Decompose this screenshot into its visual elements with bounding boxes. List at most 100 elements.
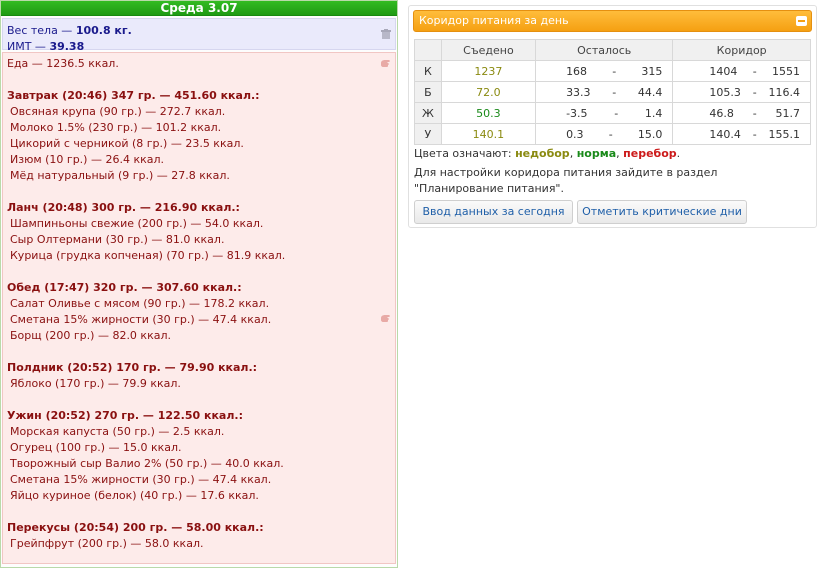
- corridor-min: 46.8: [709, 106, 734, 120]
- food-item[interactable]: Борщ (200 гр.) — 82.0 ккал.: [7, 328, 391, 344]
- range-dash: -: [614, 106, 619, 120]
- left-max: 44.4: [637, 85, 663, 99]
- left-header: Осталось: [535, 39, 674, 61]
- corridor-panel-header[interactable]: Коридор питания за день: [413, 10, 812, 32]
- food-item[interactable]: Курица (грудка копченая) (70 гр.) — 81.9…: [7, 248, 391, 264]
- weight-label: Вес тела —: [7, 24, 76, 37]
- left-max: 15.0: [637, 127, 663, 141]
- eaten-value: 50.3: [440, 102, 537, 124]
- day-title[interactable]: Среда 3.07: [1, 1, 397, 16]
- food-item[interactable]: Сыр Олтермани (30 гр.) — 81.0 ккал.: [7, 232, 391, 248]
- corridor-range: 105.3-116.4: [672, 81, 811, 103]
- corridor-table: Съедено Осталось Коридор К 1237 168 - 315 140…: [414, 39, 811, 145]
- food-item[interactable]: Сметана 15% жирности (30 гр.) — 47.4 кка…: [7, 312, 391, 328]
- food-item[interactable]: Шампиньоны свежие (200 гр.) — 54.0 ккал.: [7, 216, 391, 232]
- food-item[interactable]: Цикорий с черникой (8 гр.) — 23.5 ккал.: [7, 136, 391, 152]
- range-dash: -: [752, 106, 757, 120]
- food-item[interactable]: Творожный сыр Валио 2% (50 гр.) — 40.0 к…: [7, 456, 391, 472]
- corridor-max: 116.4: [768, 85, 801, 99]
- range-dash: -: [752, 127, 757, 141]
- legend-norm: норма: [576, 147, 617, 160]
- meal-gap: [7, 392, 391, 408]
- meal-title[interactable]: Ланч (20:48) 300 гр. — 216.90 ккал.:: [7, 200, 391, 216]
- food-item[interactable]: Огурец (100 гр.) — 15.0 ккал.: [7, 440, 391, 456]
- left-range: 33.3 - 44.4: [535, 81, 674, 103]
- eaten-value: 140.1: [440, 123, 537, 145]
- food-item[interactable]: Грейпфрут (200 гр.) — 58.0 ккал.: [7, 536, 391, 552]
- food-item[interactable]: Молоко 1.5% (230 гр.) — 101.2 ккал.: [7, 120, 391, 136]
- eaten-header: Съедено: [440, 39, 537, 61]
- left-max: 1.4: [644, 106, 663, 120]
- row-label: Б: [414, 81, 442, 103]
- left-range: -3.5 - 1.4: [535, 102, 674, 124]
- eaten-value: 1237: [440, 60, 537, 82]
- corridor-row: Б 72.0 33.3-44.4 105.3-116.4: [414, 81, 811, 103]
- meal-title[interactable]: Полдник (20:52) 170 гр. — 79.90 ккал.:: [7, 360, 391, 376]
- body-stats-block: Вес тела — 100.8 кг. ИМТ — 39.38: [2, 18, 396, 53]
- enter-today-data-button[interactable]: Ввод данных за сегодня: [414, 200, 573, 224]
- row-label: К: [414, 60, 442, 82]
- meal-gap: [7, 72, 391, 88]
- corner-header-cell: [414, 39, 442, 61]
- edit-stats-icon[interactable]: [381, 29, 391, 39]
- food-item[interactable]: Овсяная крупа (90 гр.) — 272.7 ккал.: [7, 104, 391, 120]
- corridor-panel: Коридор питания за день Съедено Осталось…: [408, 5, 817, 228]
- legend-sep: ,: [569, 147, 577, 160]
- left-range: 0.3 - 15.0: [535, 123, 674, 145]
- hand-pointer-icon[interactable]: [379, 312, 391, 324]
- range-dash: -: [612, 64, 617, 78]
- corridor-max: 51.7: [775, 106, 801, 120]
- left-min: -3.5: [566, 106, 588, 120]
- left-range: 168 - 315: [535, 60, 674, 82]
- food-block: Еда — 1236.5 ккал. Завтрак (20:46) 347 г…: [2, 52, 396, 564]
- corridor-range: 1404- 1551: [672, 60, 811, 82]
- meals-list: Завтрак (20:46) 347 гр. — 451.60 ккал.: О…: [7, 72, 391, 552]
- left-min: 0.3: [566, 127, 584, 141]
- row-label: У: [414, 123, 442, 145]
- mark-critical-days-button[interactable]: Отметить критические дни: [577, 200, 747, 224]
- corridor-row: К 1237 168-315 1404-1551: [414, 60, 811, 82]
- corridor-min: 1404: [709, 64, 738, 78]
- meal-title[interactable]: Ужин (20:52) 270 гр. — 122.50 ккал.:: [7, 408, 391, 424]
- food-item[interactable]: Салат Оливье с мясом (90 гр.) — 178.2 кк…: [7, 296, 391, 312]
- meal-title[interactable]: Перекусы (20:54) 200 гр. — 58.00 ккал.:: [7, 520, 391, 536]
- eaten-value: 72.0: [440, 81, 537, 103]
- corridor-settings-hint: Для настройки коридора питания зайдите в…: [414, 166, 718, 195]
- corridor-max: 1551: [772, 64, 800, 78]
- food-item[interactable]: Сметана 15% жирности (30 гр.) — 47.4 кка…: [7, 472, 391, 488]
- meal-title[interactable]: Обед (17:47) 320 гр. — 307.60 ккал.:: [7, 280, 391, 296]
- range-dash: -: [752, 85, 757, 99]
- hand-pointer-icon[interactable]: [379, 57, 391, 69]
- weight-value: 100.8 кг.: [75, 24, 132, 37]
- range-dash: -: [612, 85, 617, 99]
- legend-under: недобор: [515, 147, 570, 160]
- meal-gap: [7, 344, 391, 360]
- meal-title[interactable]: Завтрак (20:46) 347 гр. — 451.60 ккал.:: [7, 88, 391, 104]
- row-label: Ж: [414, 102, 442, 124]
- legend-prefix: Цвета означают:: [414, 147, 516, 160]
- food-item[interactable]: Мёд натуральный (9 гр.) — 27.8 ккал.: [7, 168, 391, 184]
- corridor-min: 105.3: [709, 85, 741, 99]
- corridor-range: 140.4-155.1: [672, 123, 811, 145]
- color-legend: Цвета означают: недобор, норма, перебор.: [414, 147, 680, 160]
- food-item[interactable]: Изюм (10 гр.) — 26.4 ккал.: [7, 152, 391, 168]
- legend-over: перебор: [623, 147, 677, 160]
- corridor-row: У 140.1 0.3 - 15.0 140.4-155.1: [414, 123, 811, 145]
- left-min: 168: [566, 64, 588, 78]
- legend-suffix: .: [676, 147, 681, 160]
- food-total: Еда — 1236.5 ккал.: [7, 57, 119, 70]
- range-dash: -: [752, 64, 757, 78]
- corridor-header-row: Съедено Осталось Коридор: [414, 39, 811, 61]
- corridor-range: 46.8 - 51.7: [672, 102, 811, 124]
- food-item[interactable]: Яблоко (170 гр.) — 79.9 ккал.: [7, 376, 391, 392]
- corridor-min: 140.4: [709, 127, 741, 141]
- meal-gap: [7, 184, 391, 200]
- food-item[interactable]: Яйцо куриное (белок) (40 гр.) — 17.6 кка…: [7, 488, 391, 504]
- weight-row: Вес тела — 100.8 кг.: [7, 23, 391, 39]
- range-dash: -: [608, 127, 613, 141]
- day-column: Среда 3.07 Вес тела — 100.8 кг. ИМТ — 39…: [0, 0, 398, 568]
- meal-gap: [7, 264, 391, 280]
- food-item[interactable]: Морская капуста (50 гр.) — 2.5 ккал.: [7, 424, 391, 440]
- collapse-icon[interactable]: [796, 16, 807, 26]
- left-min: 33.3: [566, 85, 591, 99]
